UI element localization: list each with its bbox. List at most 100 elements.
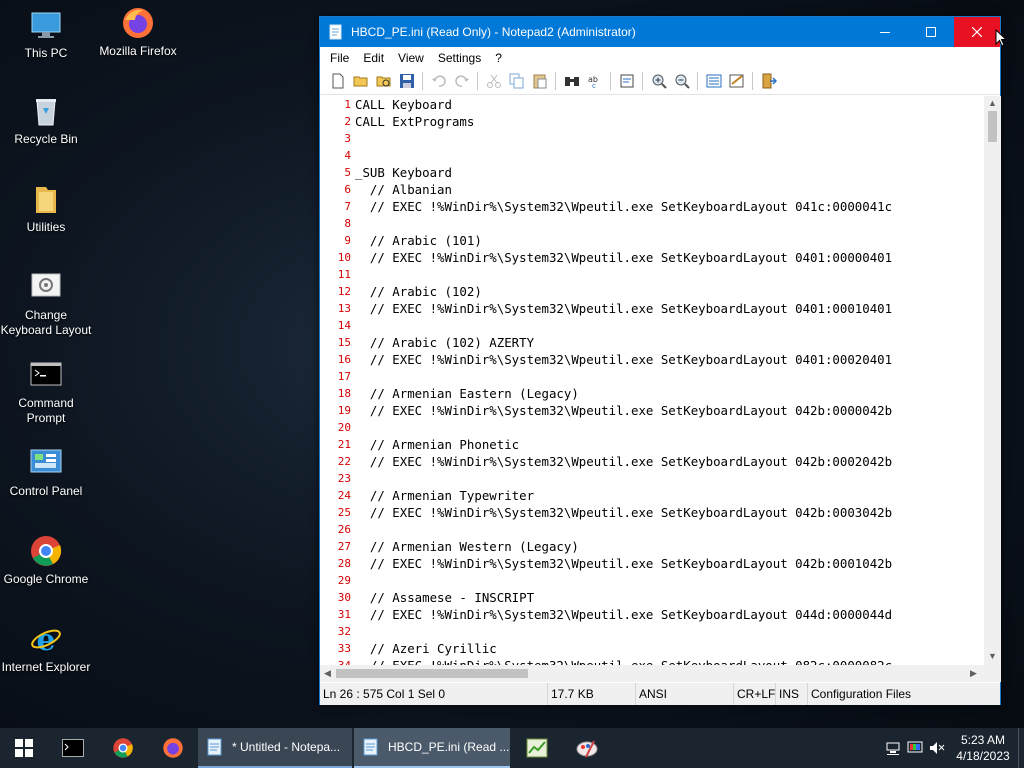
taskbar-hbcd-notepad[interactable]: HBCD_PE.ini (Read ... [354, 728, 510, 768]
start-button[interactable] [0, 728, 48, 768]
editor-line[interactable]: 6 // Albanian [320, 181, 986, 198]
editor-line[interactable]: 18 // Armenian Eastern (Legacy) [320, 385, 986, 402]
editor-line[interactable]: 10 // EXEC !%WinDir%\System32\Wpeutil.ex… [320, 249, 986, 266]
menu-edit[interactable]: Edit [356, 51, 391, 65]
editor-line[interactable]: 12 // Arabic (102) [320, 283, 986, 300]
exit-button[interactable] [757, 70, 780, 92]
status-line-endings[interactable]: CR+LF [734, 683, 776, 705]
desktop-icon-this-pc[interactable]: This PC [0, 8, 92, 61]
editor-line[interactable]: 21 // Armenian Phonetic [320, 436, 986, 453]
status-file-size: 17.7 KB [548, 683, 636, 705]
editor-line[interactable]: 5 _SUB Keyboard [320, 164, 986, 181]
zoom-in-button[interactable] [647, 70, 670, 92]
show-desktop-button[interactable] [1018, 728, 1024, 768]
close-button[interactable] [954, 17, 1000, 47]
open-file-button[interactable] [349, 70, 372, 92]
new-file-button[interactable] [326, 70, 349, 92]
editor-line[interactable]: 9 // Arabic (101) [320, 232, 986, 249]
editor-line[interactable]: 8 [320, 215, 986, 232]
copy-button[interactable] [505, 70, 528, 92]
toolbar-separator [752, 72, 753, 90]
paste-button[interactable] [528, 70, 551, 92]
taskbar-firefox[interactable] [148, 728, 198, 768]
editor-line[interactable]: 11 [320, 266, 986, 283]
editor-line[interactable]: 14 [320, 317, 986, 334]
scheme-button[interactable] [702, 70, 725, 92]
desktop-icon-firefox[interactable]: Mozilla Firefox [92, 6, 184, 59]
redo-button[interactable] [450, 70, 473, 92]
editor-line[interactable]: 29 [320, 572, 986, 589]
editor-line[interactable]: 24 // Armenian Typewriter [320, 487, 986, 504]
desktop-icon-control-panel[interactable]: Control Panel [0, 446, 92, 499]
replace-button[interactable]: ab c [583, 70, 606, 92]
editor-line[interactable]: 19 // EXEC !%WinDir%\System32\Wpeutil.ex… [320, 402, 986, 419]
taskbar-paint-tool[interactable] [562, 728, 612, 768]
line-text: // Albanian [355, 182, 452, 197]
minimize-button[interactable] [862, 17, 908, 47]
desktop-icon-change-keyboard-layout[interactable]: Change Keyboard Layout [0, 270, 92, 338]
customize-schemes-button[interactable] [725, 70, 748, 92]
editor-line[interactable]: 33 // Azeri Cyrillic [320, 640, 986, 657]
desktop-icon-recycle-bin[interactable]: Recycle Bin [0, 94, 92, 147]
scroll-left-icon[interactable]: ◀ [324, 668, 331, 679]
scroll-down-icon[interactable]: ▼ [988, 651, 997, 661]
desktop-icon-command-prompt[interactable]: Command Prompt [0, 358, 92, 426]
editor-line[interactable]: 13 // EXEC !%WinDir%\System32\Wpeutil.ex… [320, 300, 986, 317]
editor-line[interactable]: 15 // Arabic (102) AZERTY [320, 334, 986, 351]
taskbar-untitled-notepad[interactable]: * Untitled - Notepa... [198, 728, 352, 768]
editor-line[interactable]: 20 [320, 419, 986, 436]
horizontal-scroll-thumb[interactable] [336, 669, 528, 678]
status-scheme[interactable]: Configuration Files [808, 683, 988, 705]
vertical-scroll-thumb[interactable] [988, 111, 997, 142]
scroll-right-icon[interactable]: ▶ [970, 668, 977, 679]
clock[interactable]: 5:23 AM 4/18/2023 [948, 732, 1018, 764]
editor-line[interactable]: 34 // EXEC !%WinDir%\System32\Wpeutil.ex… [320, 657, 986, 665]
vertical-scrollbar[interactable]: ▲ ▼ [984, 96, 1001, 665]
title-bar[interactable]: HBCD_PE.ini (Read Only) - Notepad2 (Admi… [320, 17, 1000, 47]
taskbar-task-manager[interactable] [512, 728, 562, 768]
display-tray-button[interactable] [904, 728, 926, 768]
editor-line[interactable]: 2 CALL ExtPrograms [320, 113, 986, 130]
save-button[interactable] [395, 70, 418, 92]
editor-line[interactable]: 16 // EXEC !%WinDir%\System32\Wpeutil.ex… [320, 351, 986, 368]
editor-line[interactable]: 27 // Armenian Western (Legacy) [320, 538, 986, 555]
word-wrap-button[interactable] [615, 70, 638, 92]
menu-help[interactable]: ? [488, 51, 509, 65]
horizontal-scrollbar[interactable]: ◀ ▶ [320, 665, 984, 682]
editor-line[interactable]: 22 // EXEC !%WinDir%\System32\Wpeutil.ex… [320, 453, 986, 470]
desktop-icon-google-chrome[interactable]: Google Chrome [0, 534, 92, 587]
line-text: // EXEC !%WinDir%\System32\Wpeutil.exe S… [355, 607, 893, 622]
editor-line[interactable]: 28 // EXEC !%WinDir%\System32\Wpeutil.ex… [320, 555, 986, 572]
volume-tray-button[interactable] [926, 728, 948, 768]
scroll-up-icon[interactable]: ▲ [988, 98, 997, 108]
taskbar-chrome[interactable] [98, 728, 148, 768]
status-encoding[interactable]: ANSI [636, 683, 734, 705]
editor-line[interactable]: 25 // EXEC !%WinDir%\System32\Wpeutil.ex… [320, 504, 986, 521]
zoom-out-button[interactable] [670, 70, 693, 92]
menu-settings[interactable]: Settings [431, 51, 488, 65]
editor-line[interactable]: 31 // EXEC !%WinDir%\System32\Wpeutil.ex… [320, 606, 986, 623]
editor-line[interactable]: 26 [320, 521, 986, 538]
chrome-icon [31, 536, 62, 566]
toolbar-separator [477, 72, 478, 90]
desktop-icon-internet-explorer[interactable]: e Internet Explorer [0, 622, 92, 675]
cut-button[interactable] [482, 70, 505, 92]
menu-view[interactable]: View [391, 51, 431, 65]
text-editor[interactable]: 1 CALL Keyboard 2 CALL ExtPrograms 3 4 5 _SUB K… [320, 96, 986, 665]
editor-line[interactable]: 4 [320, 147, 986, 164]
menu-file[interactable]: File [323, 51, 356, 65]
desktop-icon-utilities[interactable]: Utilities [0, 182, 92, 235]
editor-line[interactable]: 3 [320, 130, 986, 147]
find-button[interactable] [560, 70, 583, 92]
network-tray-button[interactable] [882, 728, 904, 768]
editor-line[interactable]: 17 [320, 368, 986, 385]
browse-button[interactable] [372, 70, 395, 92]
undo-button[interactable] [427, 70, 450, 92]
taskbar-command-prompt[interactable] [48, 728, 98, 768]
maximize-button[interactable] [908, 17, 954, 47]
editor-line[interactable]: 7 // EXEC !%WinDir%\System32\Wpeutil.exe… [320, 198, 986, 215]
editor-line[interactable]: 32 [320, 623, 986, 640]
editor-line[interactable]: 1 CALL Keyboard [320, 96, 986, 113]
editor-line[interactable]: 23 [320, 470, 986, 487]
editor-line[interactable]: 30 // Assamese - INSCRIPT [320, 589, 986, 606]
